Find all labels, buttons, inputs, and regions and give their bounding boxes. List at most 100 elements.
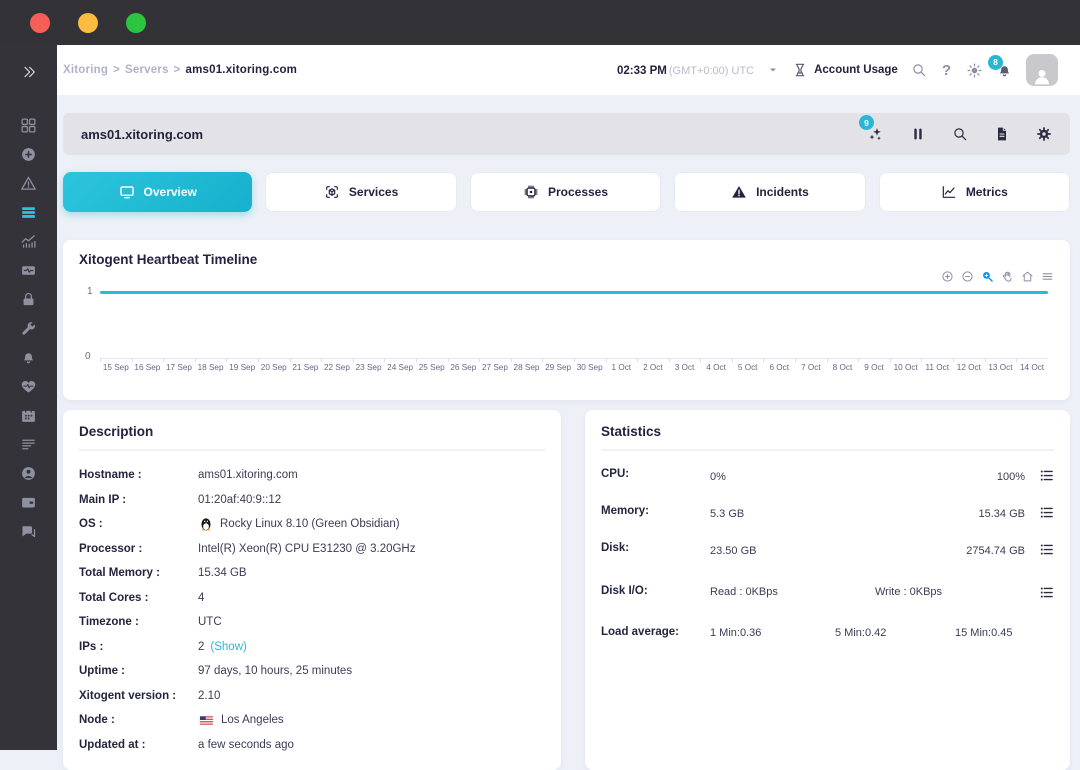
- settings-button[interactable]: [1036, 126, 1052, 142]
- y-tick-0: 0: [85, 351, 91, 362]
- description-row: Xitogent version : 2.10: [79, 684, 545, 709]
- stat-row-disk: Disk: 23.50 GB 2754.74 GB: [601, 541, 1054, 557]
- sidebar-expand-button[interactable]: [0, 57, 57, 87]
- zoom-in-icon[interactable]: [941, 270, 954, 283]
- window-titlebar: [0, 0, 1080, 45]
- x-tick-label: 14 Oct: [1016, 358, 1048, 372]
- description-row: Processor : Intel(R) Xeon(R) CPU E31230 @…: [79, 537, 545, 562]
- notification-count-badge: 8: [988, 54, 1003, 70]
- report-button[interactable]: [994, 126, 1010, 142]
- disk-io-read: Read : 0KBps: [710, 586, 778, 598]
- description-value: 4: [198, 591, 205, 604]
- description-value: Los Angeles: [221, 714, 284, 727]
- description-label: Hostname :: [79, 469, 142, 482]
- tab-services[interactable]: Services: [265, 172, 457, 212]
- sidebar-item-support[interactable]: [0, 517, 57, 546]
- home-icon[interactable]: [1021, 270, 1034, 283]
- sparkles-button[interactable]: 9: [859, 115, 884, 142]
- pause-button[interactable]: [910, 126, 926, 142]
- stat-row-cpu: CPU: 9.4% 0%100%: [601, 463, 1054, 483]
- description-value: 15.34 GB: [198, 567, 247, 580]
- x-tick-label: 8 Oct: [826, 358, 859, 372]
- search-icon: [952, 126, 968, 142]
- account-usage-button[interactable]: Account Usage: [792, 62, 898, 78]
- search-button[interactable]: [952, 126, 968, 142]
- tab-label: Overview: [143, 185, 197, 199]
- x-tick-label: 11 Oct: [921, 358, 953, 372]
- description-label: OS :: [79, 518, 103, 531]
- description-value: ams01.xitoring.com: [198, 469, 298, 482]
- statistics-title: Statistics: [601, 424, 662, 439]
- cpu-detail-list-icon[interactable]: [1039, 468, 1054, 483]
- sidebar-item-account[interactable]: [0, 459, 57, 488]
- close-button[interactable]: [30, 12, 50, 33]
- breadcrumb-current: ams01.xitoring.com: [185, 64, 298, 76]
- x-tick-label: 4 Oct: [700, 358, 732, 372]
- tab-incidents[interactable]: Incidents: [674, 172, 866, 212]
- sidebar-item-tools[interactable]: [0, 314, 57, 343]
- sidebar-item-status-pages[interactable]: [0, 256, 57, 285]
- pause-icon: [910, 126, 926, 142]
- x-tick-label: 10 Oct: [889, 358, 922, 372]
- tab-label: Incidents: [756, 185, 809, 199]
- memory-detail-list-icon[interactable]: [1039, 505, 1054, 520]
- x-tick-label: 17 Sep: [163, 358, 195, 372]
- description-row: Node : Los Angeles: [79, 708, 545, 733]
- hourglass-icon: [792, 62, 808, 78]
- sidebar-item-alerts[interactable]: [0, 169, 57, 198]
- description-label: Updated at :: [79, 738, 146, 751]
- sidebar-item-billing[interactable]: [0, 488, 57, 517]
- x-tick-label: 5 Oct: [731, 358, 764, 372]
- pan-icon[interactable]: [1001, 270, 1014, 283]
- sidebar-item-security[interactable]: [0, 285, 57, 314]
- sidebar-item-reports[interactable]: [0, 430, 57, 459]
- heartbeat-line-series: [100, 291, 1048, 294]
- sidebar-item-metrics[interactable]: [0, 227, 57, 256]
- linux-icon: [198, 516, 214, 532]
- tab-overview[interactable]: Overview: [63, 172, 253, 212]
- sidebar-item-heartbeat[interactable]: [0, 372, 57, 401]
- sidebar-item-notifications[interactable]: [0, 343, 57, 372]
- avatar[interactable]: [1026, 54, 1058, 86]
- breadcrumb: Xitoring > Servers > ams01.xitoring.com: [63, 64, 298, 76]
- notifications-button[interactable]: 8: [988, 54, 1013, 79]
- dashboard-icon: [20, 117, 37, 134]
- x-tick-label: 7 Oct: [795, 358, 827, 372]
- bell-icon: [20, 349, 37, 366]
- minimize-button[interactable]: [78, 12, 98, 33]
- x-tick-label: 15 Sep: [100, 358, 132, 372]
- tab-processes[interactable]: Processes: [469, 172, 662, 212]
- reports-icon: [20, 436, 37, 453]
- description-value: Rocky Linux 8.10 (Green Obsidian): [220, 518, 400, 531]
- selection-zoom-icon[interactable]: [981, 270, 994, 283]
- disk-io-detail-list-icon[interactable]: [1039, 585, 1054, 600]
- description-row: Timezone : UTC: [79, 610, 545, 635]
- tab-metrics[interactable]: Metrics: [878, 172, 1071, 212]
- heartbeat-icon: [20, 378, 37, 395]
- description-row: Total Cores : 4: [79, 586, 545, 611]
- maximize-button[interactable]: [126, 12, 146, 33]
- sidebar-item-servers[interactable]: [0, 198, 57, 227]
- add-icon: [20, 146, 37, 163]
- menu-icon[interactable]: [1041, 270, 1054, 283]
- sidebar-item-dashboard[interactable]: [0, 111, 57, 140]
- sidebar-item-calendar[interactable]: [0, 401, 57, 430]
- x-tick-label: 16 Sep: [131, 358, 164, 372]
- x-tick-label: 23 Sep: [352, 358, 385, 372]
- zoom-out-icon[interactable]: [961, 270, 974, 283]
- sidebar-item-add[interactable]: [0, 140, 57, 169]
- breadcrumb-section[interactable]: Servers: [125, 64, 169, 76]
- search-icon[interactable]: [911, 62, 927, 78]
- metrics-icon: [20, 233, 37, 250]
- show-ips-link[interactable]: (Show): [210, 641, 246, 653]
- disk-detail-list-icon[interactable]: [1039, 542, 1054, 557]
- stat-row-disk-io: Disk I/O: Read : 0KBps Write : 0KBps: [601, 584, 1054, 600]
- breadcrumb-root[interactable]: Xitoring: [63, 64, 108, 76]
- description-label: Total Cores :: [79, 591, 149, 604]
- person-icon: [1032, 66, 1052, 86]
- description-value: a few seconds ago: [198, 738, 294, 751]
- caret-down-icon[interactable]: [767, 64, 779, 76]
- help-button[interactable]: ?: [940, 62, 953, 79]
- calendar-icon: [20, 407, 37, 424]
- theme-toggle-icon[interactable]: [966, 62, 983, 79]
